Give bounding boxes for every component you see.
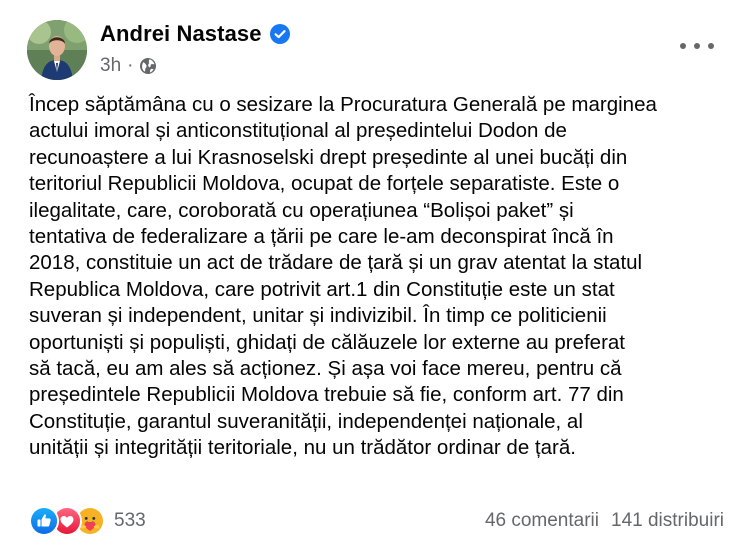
post-time[interactable]: 3h	[100, 55, 121, 77]
more-dot-icon	[708, 43, 714, 49]
verified-badge-icon	[269, 24, 290, 44]
dot-separator: ·	[127, 55, 134, 76]
more-dot-icon	[680, 43, 686, 49]
post-meta: 3h ·	[100, 55, 157, 77]
facebook-post: Andrei Nastase 3h · Încep săptămâna cu o…	[0, 0, 740, 550]
reaction-icons	[29, 506, 105, 536]
more-options-button[interactable]	[680, 36, 714, 56]
comments-count-link[interactable]: 46 comentarii	[485, 510, 599, 532]
more-dot-icon	[694, 43, 700, 49]
reaction-count[interactable]: 533	[114, 510, 146, 532]
post-text: Încep săptămâna cu o sesizare la Procura…	[29, 93, 657, 460]
like-icon	[29, 506, 59, 536]
author-name[interactable]: Andrei Nastase	[100, 21, 262, 47]
author-header: Andrei Nastase	[100, 21, 290, 47]
post-footer: 533 46 comentarii 141 distribuiri	[29, 506, 724, 536]
avatar[interactable]	[27, 20, 87, 80]
shares-count-link[interactable]: 141 distribuiri	[611, 510, 724, 532]
post-stats: 46 comentarii 141 distribuiri	[485, 510, 724, 532]
reactions-summary[interactable]: 533	[29, 506, 146, 536]
globe-icon[interactable]	[139, 57, 157, 75]
